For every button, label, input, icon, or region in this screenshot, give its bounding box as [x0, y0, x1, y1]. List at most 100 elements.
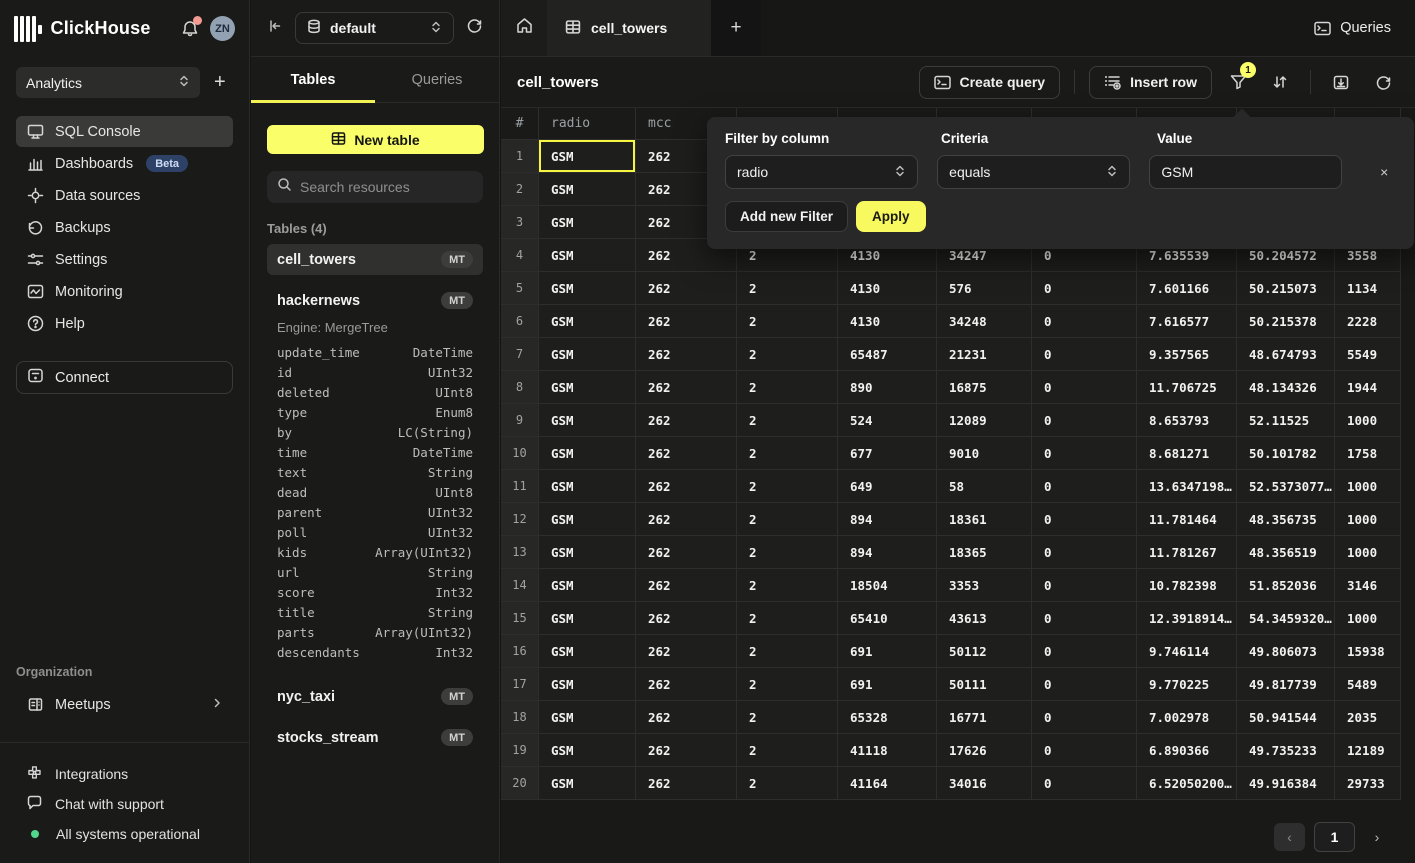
collapse-panel-icon[interactable] [267, 18, 283, 39]
column-header[interactable]: radio [539, 108, 636, 140]
table-cell[interactable]: 894 [838, 536, 937, 569]
table-cell[interactable]: 16771 [937, 701, 1032, 734]
new-table-button[interactable]: New table [267, 125, 484, 154]
table-cell[interactable]: 7.616577 [1137, 305, 1237, 338]
table-cell[interactable]: 2 [737, 503, 838, 536]
table-cell[interactable]: 58 [937, 470, 1032, 503]
table-cell[interactable]: 8.653793 [1137, 404, 1237, 437]
table-cell[interactable]: 8.681271 [1137, 437, 1237, 470]
table-cell[interactable]: 0 [1032, 767, 1137, 800]
workspace-select[interactable]: Analytics [16, 67, 200, 98]
new-tab-button[interactable]: + [711, 0, 761, 56]
sidebar-item-settings[interactable]: Settings [16, 244, 233, 275]
table-cell[interactable]: 50.215073 [1237, 272, 1335, 305]
table-cell[interactable]: 2 [737, 635, 838, 668]
table-cell[interactable]: 262 [636, 536, 737, 569]
table-cell[interactable]: 41118 [838, 734, 937, 767]
table-cell[interactable]: 12189 [1335, 734, 1401, 767]
table-cell[interactable]: GSM [539, 140, 636, 173]
table-cell[interactable]: 0 [1032, 437, 1137, 470]
table-cell[interactable]: 6.52050200… [1137, 767, 1237, 800]
next-page-button[interactable]: › [1364, 823, 1390, 851]
connect-button[interactable]: Connect [16, 361, 233, 394]
table-cell[interactable]: GSM [539, 338, 636, 371]
table-cell[interactable]: 52.11525 [1237, 404, 1335, 437]
table-cell[interactable]: 0 [1032, 272, 1137, 305]
sidebar-item-chat-with-support[interactable]: Chat with support [0, 789, 249, 819]
table-cell[interactable]: 1000 [1335, 503, 1401, 536]
download-button[interactable] [1325, 66, 1357, 98]
table-cell[interactable]: 18361 [937, 503, 1032, 536]
tab-cell-towers[interactable]: cell_towers [547, 0, 711, 56]
table-cell[interactable]: 7.002978 [1137, 701, 1237, 734]
table-cell[interactable]: 11.781464 [1137, 503, 1237, 536]
table-cell[interactable]: GSM [539, 635, 636, 668]
table-cell[interactable]: 0 [1032, 305, 1137, 338]
table-cell[interactable]: 65410 [838, 602, 937, 635]
table-cell[interactable]: 17626 [937, 734, 1032, 767]
table-cell[interactable]: 52.5373077… [1237, 470, 1335, 503]
search-resources-input[interactable] [300, 179, 473, 195]
table-cell[interactable]: 11.781267 [1137, 536, 1237, 569]
table-cell[interactable]: 0 [1032, 503, 1137, 536]
table-cell[interactable]: 2 [737, 470, 838, 503]
table-cell[interactable]: GSM [539, 701, 636, 734]
table-cell[interactable]: 0 [1032, 569, 1137, 602]
sidebar-item-backups[interactable]: Backups [16, 212, 233, 243]
table-cell[interactable]: 18365 [937, 536, 1032, 569]
table-cell[interactable]: 65328 [838, 701, 937, 734]
table-cell[interactable]: 16875 [937, 371, 1032, 404]
sidebar-item-data-sources[interactable]: Data sources [16, 180, 233, 211]
table-cell[interactable]: 2 [737, 536, 838, 569]
table-cell[interactable]: 21231 [937, 338, 1032, 371]
table-list-item-nyc-taxi[interactable]: nyc_taxi MT [267, 681, 483, 712]
table-cell[interactable]: 4130 [838, 272, 937, 305]
table-cell[interactable]: 9.770225 [1137, 668, 1237, 701]
table-cell[interactable]: 51.852036 [1237, 569, 1335, 602]
table-list-item-cell-towers[interactable]: cell_towers MT [267, 244, 483, 275]
table-cell[interactable]: 262 [636, 272, 737, 305]
table-list-item-hackernews[interactable]: hackernews MT [267, 285, 483, 316]
table-cell[interactable]: 0 [1032, 602, 1137, 635]
table-cell[interactable]: 49.817739 [1237, 668, 1335, 701]
previous-page-button[interactable]: ‹ [1274, 823, 1305, 851]
table-cell[interactable]: 2 [737, 305, 838, 338]
table-cell[interactable]: 0 [1032, 404, 1137, 437]
table-cell[interactable]: GSM [539, 503, 636, 536]
notifications-bell-icon[interactable] [180, 19, 200, 39]
table-cell[interactable]: 1134 [1335, 272, 1401, 305]
table-cell[interactable]: GSM [539, 437, 636, 470]
queries-button[interactable]: Queries [1314, 20, 1391, 36]
table-cell[interactable]: 0 [1032, 536, 1137, 569]
table-cell[interactable]: 50.215378 [1237, 305, 1335, 338]
table-cell[interactable]: 12089 [937, 404, 1032, 437]
table-cell[interactable]: 34016 [937, 767, 1032, 800]
table-cell[interactable]: 29733 [1335, 767, 1401, 800]
table-cell[interactable]: 7.601166 [1137, 272, 1237, 305]
table-cell[interactable]: 2 [737, 404, 838, 437]
database-select[interactable]: default [295, 12, 454, 44]
table-cell[interactable]: 5489 [1335, 668, 1401, 701]
table-cell[interactable]: GSM [539, 734, 636, 767]
table-cell[interactable]: 11.706725 [1137, 371, 1237, 404]
table-cell[interactable]: GSM [539, 371, 636, 404]
search-resources-box[interactable] [267, 171, 483, 203]
table-cell[interactable]: 691 [838, 635, 937, 668]
add-new-filter-button[interactable]: Add new Filter [725, 201, 848, 232]
table-cell[interactable]: 2 [737, 338, 838, 371]
table-cell[interactable]: 3146 [1335, 569, 1401, 602]
table-cell[interactable]: 2 [737, 701, 838, 734]
table-cell[interactable]: 15938 [1335, 635, 1401, 668]
table-cell[interactable]: 12.3918914… [1137, 602, 1237, 635]
table-cell[interactable]: GSM [539, 173, 636, 206]
tab-tables[interactable]: Tables [251, 57, 375, 102]
table-cell[interactable]: 2 [737, 569, 838, 602]
table-cell[interactable]: 1000 [1335, 470, 1401, 503]
table-cell[interactable]: GSM [539, 767, 636, 800]
table-cell[interactable]: 13.6347198… [1137, 470, 1237, 503]
table-cell[interactable]: 677 [838, 437, 937, 470]
table-cell[interactable]: 576 [937, 272, 1032, 305]
table-cell[interactable]: 262 [636, 668, 737, 701]
tab-queries[interactable]: Queries [375, 57, 499, 102]
table-cell[interactable]: GSM [539, 272, 636, 305]
